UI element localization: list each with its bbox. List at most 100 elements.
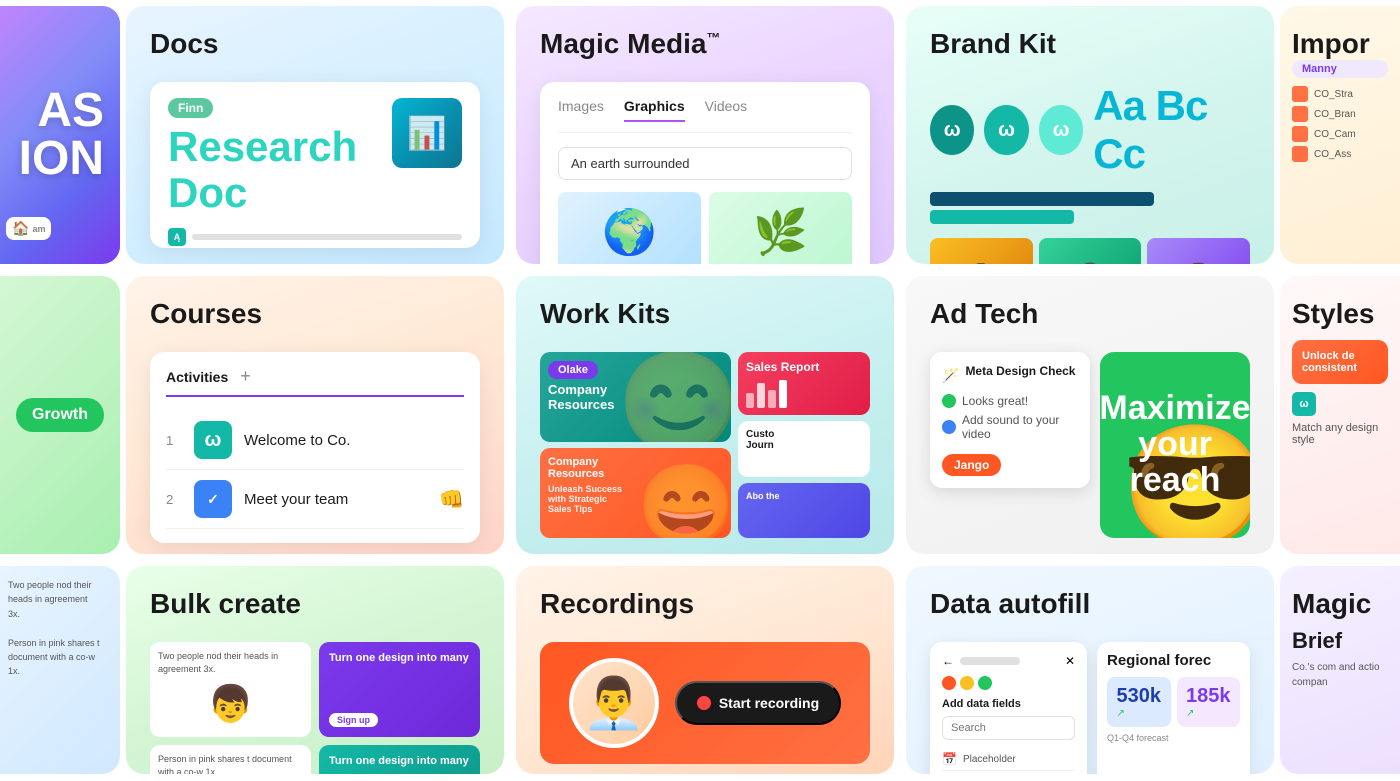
cell-styles: Styles Unlock de consistent ω Match any … bbox=[1280, 276, 1400, 554]
add-activity-button[interactable]: + bbox=[240, 366, 251, 387]
mm-image-grid: 🌍 🌿 bbox=[558, 192, 852, 264]
research-doc-title: Research Doc bbox=[168, 124, 357, 216]
import-file-3: CO_Cam bbox=[1292, 126, 1388, 142]
as-text: AS bbox=[37, 87, 104, 135]
brand-color-bars bbox=[930, 192, 1250, 224]
activity-icon-1: ω bbox=[194, 421, 232, 459]
courses-card: Activities + 1 ω Welcome to Co. 2 ✓ Meet… bbox=[150, 352, 480, 543]
activity-item-2: 2 ✓ Meet your team 👊 bbox=[166, 470, 464, 529]
brand-icon-1: ω bbox=[930, 105, 974, 155]
stat-1: 530k bbox=[1117, 685, 1162, 708]
start-recording-button[interactable]: Start recording bbox=[675, 681, 841, 725]
import-title: Impor bbox=[1292, 28, 1388, 60]
mm-image-earth: 🌍 bbox=[558, 192, 701, 264]
brand-icon-2: ω bbox=[984, 105, 1028, 155]
tab-images[interactable]: Images bbox=[558, 98, 604, 122]
autofill-field-1: 📅 Placeholder bbox=[942, 748, 1075, 771]
styles-title: Styles bbox=[1292, 298, 1388, 330]
courses-title: Courses bbox=[150, 298, 480, 330]
recording-avatar: 👨‍💼 bbox=[569, 658, 659, 748]
cell-magic-media: Magic Media™ Images Graphics Videos An e… bbox=[516, 6, 894, 264]
cell-import: Impor Manny CO_Stra CO_Bran CO_Cam CO_As… bbox=[1280, 6, 1400, 264]
docs-title: Docs bbox=[150, 28, 480, 60]
brand-kit-content: ω ω ω Aa Bc Cc 👨‍💼 👩‍💼 👩‍🦱 bbox=[930, 82, 1250, 264]
mm-image-nature: 🌿 bbox=[709, 192, 852, 264]
bulk-desc-1: Two people nod their heads in agreement … bbox=[158, 650, 303, 675]
match-text: Match any design style bbox=[1292, 422, 1388, 446]
maximize-text: Maximizeyourreach bbox=[1100, 391, 1250, 498]
manny-badge: Manny bbox=[1292, 60, 1388, 78]
start-recording-label: Start recording bbox=[719, 695, 819, 711]
autofill-field-2: T Formatdate bbox=[942, 771, 1075, 774]
mm-tabs: Images Graphics Videos bbox=[558, 98, 852, 133]
wk-abo: Abo the bbox=[746, 491, 862, 501]
rec-dot bbox=[697, 696, 711, 710]
recordings-title: Recordings bbox=[540, 588, 870, 620]
brand-photo-3: 👩‍🦱 bbox=[1147, 238, 1250, 264]
stat-box-2: 185k ↗ bbox=[1177, 677, 1241, 727]
brand-photo-2: 👩‍💼 bbox=[1039, 238, 1142, 264]
stat-box-1: 530k ↗ bbox=[1107, 677, 1171, 727]
cell-ad-tech: Ad Tech 🪄 Meta Design Check Looks great!… bbox=[906, 276, 1274, 554]
ad-check-item-1: Looks great! bbox=[942, 394, 1078, 408]
cell-courses: Courses Activities + 1 ω Welcome to Co. … bbox=[126, 276, 504, 554]
cell-data-autofill: Data autofill ← ✕ Add data fields 📅 Plac… bbox=[906, 566, 1274, 774]
cell-green-partial: Growth bbox=[0, 276, 120, 554]
unlock-card: Unlock de consistent bbox=[1292, 340, 1388, 384]
work-kits-title: Work Kits bbox=[540, 298, 870, 330]
recordings-card: 👨‍💼 Start recording bbox=[540, 642, 870, 764]
brief-title: Brief bbox=[1292, 628, 1388, 654]
tab-graphics[interactable]: Graphics bbox=[624, 98, 685, 122]
cell-recordings: Recordings 👨‍💼 Start recording bbox=[516, 566, 894, 774]
cell-is-on: AS ION 🏠 am bbox=[0, 6, 120, 264]
cell-magic-partial: Magic Brief Co.'s com and actio compan bbox=[1280, 566, 1400, 774]
activity-num-1: 1 bbox=[166, 433, 182, 448]
import-file-2: CO_Bran bbox=[1292, 106, 1388, 122]
import-file-4: CO_Ass bbox=[1292, 146, 1388, 162]
cell-work-kits: Work Kits 😊 Olake CompanyResources 😄 bbox=[516, 276, 894, 554]
cell-bulk-create: Bulk create Two people nod their heads i… bbox=[126, 566, 504, 774]
bulk-create-title: Bulk create bbox=[150, 588, 480, 620]
courses-tabs: Activities + bbox=[166, 366, 464, 397]
aa-bc-text: Aa Bc Cc bbox=[1093, 82, 1250, 178]
jango-badge: Jango bbox=[942, 454, 1001, 476]
main-grid: AS ION 🏠 am Docs Finn Research Doc 📊 bbox=[0, 0, 1400, 781]
stats-row: 530k ↗ 185k ↗ bbox=[1107, 677, 1240, 727]
bulk-turn-2: Turn one design into many bbox=[329, 755, 470, 767]
magic-media-card: Images Graphics Videos An earth surround… bbox=[540, 82, 870, 264]
bulk-create-content: Two people nod their heads in agreement … bbox=[150, 642, 480, 774]
ad-check-item-2: Add sound to your video bbox=[942, 413, 1078, 441]
doc-details: Ą Ą bbox=[168, 228, 462, 248]
stat-2: 185k bbox=[1186, 685, 1231, 708]
research-doc-card: Finn Research Doc 📊 Ą Ą bbox=[150, 82, 480, 248]
ion-text: ION bbox=[19, 135, 104, 183]
bulk-turn-1: Turn one design into many bbox=[329, 652, 470, 664]
brand-icon-3: ω bbox=[1039, 105, 1083, 155]
growth-badge: Growth bbox=[16, 398, 104, 432]
forecast-label: Q1-Q4 forecast bbox=[1107, 733, 1240, 743]
work-kits-content: 😊 Olake CompanyResources 😄 CompanyResour… bbox=[540, 352, 870, 538]
brand-photos: 👨‍💼 👩‍💼 👩‍🦱 bbox=[930, 238, 1250, 264]
cell-brand-kit: Brand Kit ω ω ω Aa Bc Cc 👨‍💼 👩‍ bbox=[906, 6, 1274, 264]
mm-search-input[interactable]: An earth surrounded bbox=[558, 147, 852, 180]
wk-sales-report: Sales Report bbox=[746, 360, 862, 374]
wk-custo: CustoJourn bbox=[746, 429, 862, 451]
activity-num-2: 2 bbox=[166, 492, 182, 507]
finn-badge: Finn bbox=[168, 98, 213, 118]
tab-videos[interactable]: Videos bbox=[705, 98, 748, 122]
autofill-popup-title: Add data fields bbox=[942, 698, 1075, 710]
activities-tab[interactable]: Activities bbox=[166, 369, 228, 385]
import-files: CO_Stra CO_Bran CO_Cam CO_Ass bbox=[1292, 86, 1388, 162]
brand-kit-title: Brand Kit bbox=[930, 28, 1250, 60]
magic-title: Magic bbox=[1292, 588, 1388, 620]
magic-media-title: Magic Media™ bbox=[540, 28, 870, 60]
sign-up-btn-1[interactable]: Sign up bbox=[329, 713, 378, 727]
olake-badge: Olake bbox=[548, 361, 598, 379]
regional-title: Regional forec bbox=[1107, 652, 1240, 669]
brief-text: Co.'s com and actio compan bbox=[1292, 660, 1388, 690]
ad-check-popup: 🪄 Meta Design Check Looks great! Add sou… bbox=[930, 352, 1090, 488]
data-autofill-title: Data autofill bbox=[930, 588, 1250, 620]
activity-label-1: Welcome to Co. bbox=[244, 432, 350, 449]
autofill-search-input[interactable] bbox=[942, 716, 1075, 740]
activity-label-2: Meet your team bbox=[244, 491, 348, 508]
